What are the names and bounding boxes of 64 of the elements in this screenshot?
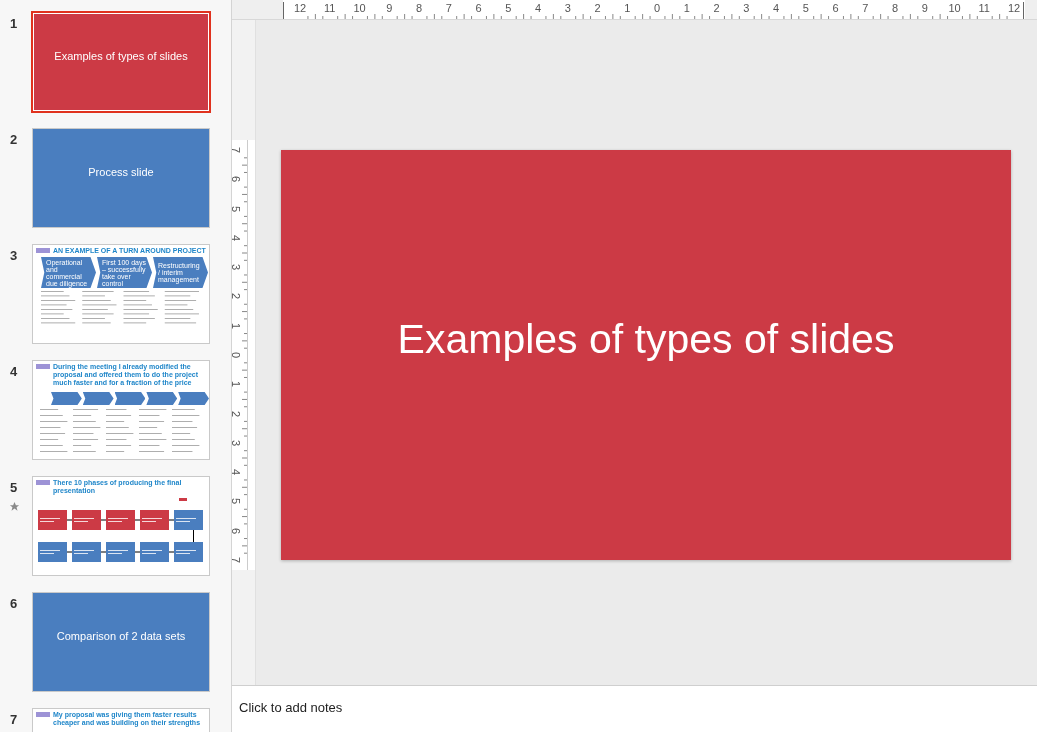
ruler-label: 0 (653, 2, 661, 14)
chevron-shape (146, 392, 178, 405)
ruler-label: 11 (978, 2, 990, 14)
ruler-label: 6 (832, 2, 839, 14)
ruler-label: 12 (1007, 2, 1021, 14)
ruler-label: 3 (230, 439, 243, 446)
slide-number: 3 (9, 247, 18, 265)
slide-number: 1 (9, 15, 18, 33)
ruler-label: 2 (713, 2, 720, 14)
ruler-label: 1 (230, 381, 243, 388)
ruler-label: 6 (475, 2, 482, 14)
logo-tag (36, 248, 50, 253)
slide-title[interactable]: Examples of types of slides (397, 309, 895, 371)
slide-number: 5 (9, 479, 18, 497)
logo-tag (36, 712, 50, 717)
ruler-label: 3 (230, 264, 243, 271)
ruler-label: 6 (230, 176, 243, 183)
ruler-label: 5 (230, 498, 243, 505)
slide-thumbnail[interactable]: Process slide (32, 128, 210, 228)
ruler-label: 12 (293, 2, 307, 14)
logo-tag (36, 364, 50, 369)
ruler-label: 6 (230, 527, 243, 534)
ruler-label: 9 (921, 2, 928, 14)
ruler-label: 7 (230, 556, 243, 564)
chevron-shape (51, 392, 82, 405)
slide-number: 4 (9, 363, 18, 381)
ruler-label: 10 (948, 2, 961, 14)
ruler-label: 0 (230, 351, 243, 359)
ruler-label: 5 (802, 2, 809, 14)
ruler-label: 7 (862, 2, 869, 14)
ruler-label: 4 (772, 2, 780, 14)
ruler-label: 1 (683, 2, 690, 14)
chevron-shape (82, 392, 114, 405)
ruler-label: 11 (324, 2, 336, 14)
ruler-label: 2 (594, 2, 601, 14)
ruler-label: 8 (415, 2, 423, 14)
ruler-label: 2 (230, 293, 243, 300)
ruler-label: 3 (564, 2, 571, 14)
ruler-label: 9 (386, 2, 393, 14)
ruler-label: 4 (230, 234, 243, 241)
ruler-label: 4 (534, 2, 542, 14)
chevron-shape (178, 392, 209, 405)
ruler-label: 2 (230, 410, 243, 417)
ruler-label: 1 (624, 2, 631, 14)
ruler-label: 5 (505, 2, 512, 14)
ruler-label: 7 (230, 146, 243, 154)
slide-thumbnail-title: Examples of types of slides (54, 48, 188, 64)
ruler-label: 7 (445, 2, 452, 14)
slide-thumbnail[interactable]: Comparison of 2 data sets (32, 592, 210, 692)
notes-prompt[interactable]: Click to add notes (239, 698, 343, 718)
slide-number: 6 (9, 595, 18, 613)
ruler-label: 3 (743, 2, 750, 14)
logo-tag (36, 480, 50, 485)
chevron-shape (114, 392, 146, 405)
ruler-label: 5 (230, 205, 243, 212)
slide-thumbnail[interactable]: Examples of types of slides (31, 11, 211, 113)
ruler-label: 10 (353, 2, 366, 14)
slide-number: 2 (9, 131, 18, 149)
slide-number: 7 (9, 711, 18, 729)
slide-thumbnail-title: Comparison of 2 data sets (56, 628, 186, 644)
ruler-label: 1 (230, 322, 243, 329)
slide-thumbnail-title: Process slide (88, 164, 154, 180)
ruler-label: 4 (230, 469, 243, 476)
ruler-label: 8 (891, 2, 899, 14)
